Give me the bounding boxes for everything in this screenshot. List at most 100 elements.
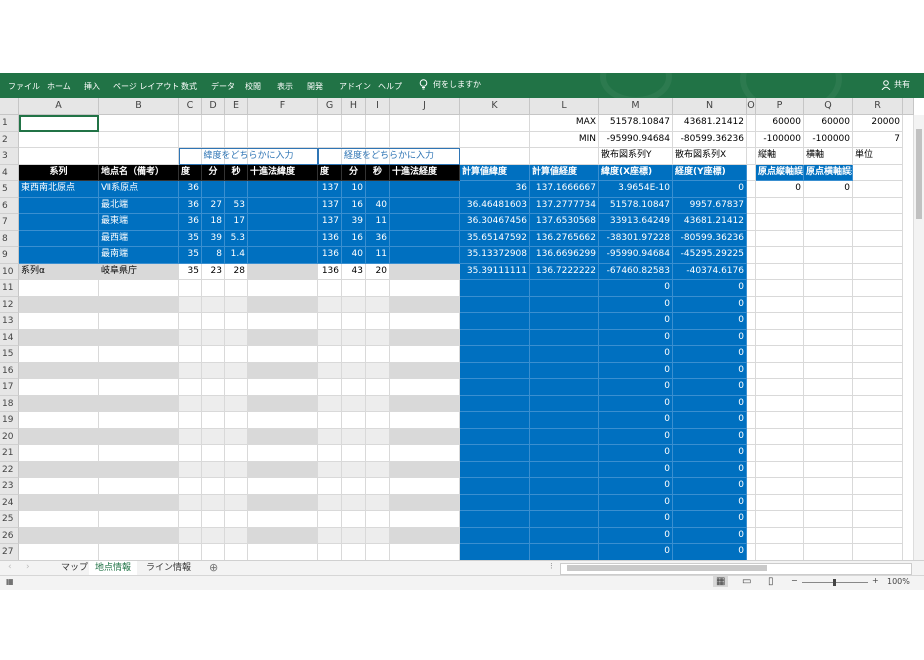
lat-decimal-cell[interactable] [248,214,318,231]
cell-b16[interactable] [99,362,179,379]
cell-q13[interactable] [804,313,853,330]
column-header-i[interactable]: I [366,98,390,115]
cell-o22[interactable] [747,461,756,478]
header-l[interactable]: 計算値経度 [530,164,599,181]
cell-k18[interactable] [460,395,530,412]
cell-f14[interactable] [248,329,318,346]
cell-b21[interactable] [99,445,179,462]
row-header-4[interactable]: 4 [0,164,19,181]
cell-i22[interactable] [366,461,390,478]
cell-j22[interactable] [390,461,460,478]
cell-g20[interactable] [318,428,342,445]
x-coordinate-cell[interactable]: 0 [599,346,673,363]
cell-c20[interactable] [179,428,202,445]
cell-b20[interactable] [99,428,179,445]
cell-h17[interactable] [342,379,366,396]
page-layout-view-icon[interactable]: ▭ [742,576,751,587]
column-header-p[interactable]: P [756,98,804,115]
cell-o20[interactable] [747,428,756,445]
cell-r20[interactable] [853,428,903,445]
cell-r13[interactable] [853,313,903,330]
cell-d19[interactable] [202,412,225,429]
cell-p7[interactable] [756,214,804,231]
lat-second-cell[interactable]: 17 [225,214,248,231]
cell-i16[interactable] [366,362,390,379]
column-header-b[interactable]: B [99,98,179,115]
cell-k19[interactable] [460,412,530,429]
cell-l18[interactable] [530,395,599,412]
lon-decimal-cell[interactable] [390,214,460,231]
lat-degree-cell[interactable]: 36 [179,181,202,198]
lat-degree-cell[interactable]: 35 [179,263,202,280]
y-coordinate-cell[interactable]: 43681.21412 [673,214,747,231]
cell-p23[interactable] [756,478,804,495]
header-i[interactable]: 秒 [366,164,390,181]
cell-j12[interactable] [390,296,460,313]
cell-o8[interactable] [747,230,756,247]
header-q[interactable]: 原点横軸誤差 [804,164,853,181]
row-header-7[interactable]: 7 [0,214,19,231]
cell-b2[interactable] [99,131,179,148]
horizontal-axis-label[interactable]: 横軸 [804,148,853,165]
cell-h12[interactable] [342,296,366,313]
cell-e27[interactable] [225,544,248,560]
cell-l27[interactable] [530,544,599,560]
column-header-c[interactable]: C [179,98,202,115]
tab-data[interactable]: データ [211,81,235,92]
cell-c26[interactable] [179,527,202,544]
column-header-e[interactable]: E [225,98,248,115]
row-header-10[interactable]: 10 [0,263,19,280]
cell-k11[interactable] [460,280,530,297]
cell-f25[interactable] [248,511,318,528]
cell-a23[interactable] [19,478,99,495]
y-coordinate-cell[interactable]: 0 [673,395,747,412]
cell-j15[interactable] [390,346,460,363]
cell-b1[interactable] [99,115,179,132]
lon-degree-cell[interactable]: 137 [318,214,342,231]
cell-q21[interactable] [804,445,853,462]
cell-q25[interactable] [804,511,853,528]
y-coordinate-cell[interactable]: 0 [673,412,747,429]
cell-r19[interactable] [853,412,903,429]
cell-b14[interactable] [99,329,179,346]
cell-f18[interactable] [248,395,318,412]
cell-a15[interactable] [19,346,99,363]
row-header-22[interactable]: 22 [0,461,19,478]
cell-k25[interactable] [460,511,530,528]
origin-horizontal-error-cell[interactable]: 0 [804,181,853,198]
y-coordinate-cell[interactable]: 0 [673,329,747,346]
cell-o25[interactable] [747,511,756,528]
cell-j2[interactable] [390,131,460,148]
cell-c15[interactable] [179,346,202,363]
cell-i12[interactable] [366,296,390,313]
latitude-input-hint[interactable]: 緯度をどちらかに入力 [179,148,318,165]
cell-p13[interactable] [756,313,804,330]
y-coordinate-cell[interactable]: 0 [673,428,747,445]
y-coordinate-cell[interactable]: 0 [673,362,747,379]
cell-b13[interactable] [99,313,179,330]
row-header-25[interactable]: 25 [0,511,19,528]
cell-q20[interactable] [804,428,853,445]
cell-d17[interactable] [202,379,225,396]
cell-i24[interactable] [366,494,390,511]
cell-o19[interactable] [747,412,756,429]
cell-d18[interactable] [202,395,225,412]
lat-second-cell[interactable]: 53 [225,197,248,214]
cell-h18[interactable] [342,395,366,412]
cell-j20[interactable] [390,428,460,445]
y-coordinate-cell[interactable]: 0 [673,280,747,297]
cell-q9[interactable] [804,247,853,264]
header-k[interactable]: 計算値緯度 [460,164,530,181]
cell-r27[interactable] [853,544,903,560]
series-cell[interactable] [19,214,99,231]
lat-degree-cell[interactable]: 36 [179,214,202,231]
cell-r21[interactable] [853,445,903,462]
column-header-k[interactable]: K [460,98,530,115]
tab-insert[interactable]: 挿入 [84,81,100,92]
scrollbar-thumb[interactable] [916,129,922,219]
column-header-n[interactable]: N [673,98,747,115]
cell-e13[interactable] [225,313,248,330]
cell-a17[interactable] [19,379,99,396]
calc-lon-cell[interactable]: 136.7222222 [530,263,599,280]
x-coordinate-cell[interactable]: 0 [599,445,673,462]
